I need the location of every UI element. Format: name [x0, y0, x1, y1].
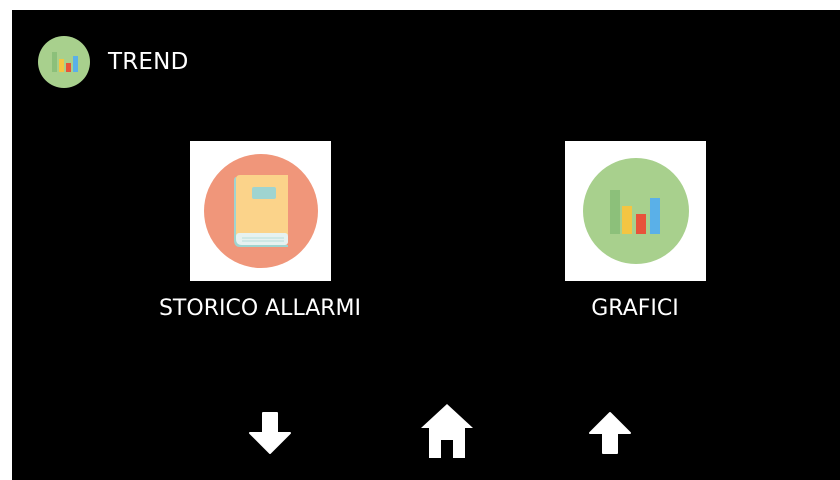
- scroll-down-button[interactable]: [240, 408, 300, 458]
- home-icon: [421, 404, 473, 458]
- arrow-up-icon: [589, 412, 631, 454]
- grafici-button[interactable]: [565, 141, 706, 281]
- scroll-up-button[interactable]: [580, 408, 640, 458]
- bar-chart-icon: [609, 190, 660, 234]
- page-header: TREND: [38, 36, 188, 88]
- bar-chart-icon: [38, 36, 90, 88]
- hmi-screen: TREND STORICO ALLARMI GRAFICI: [12, 10, 840, 480]
- storico-allarmi-button[interactable]: [190, 141, 331, 281]
- book-icon: [233, 175, 288, 247]
- arrow-down-icon: [249, 412, 291, 454]
- home-button[interactable]: [412, 400, 482, 462]
- storico-allarmi-label: STORICO ALLARMI: [158, 296, 362, 321]
- page-title: TREND: [108, 49, 189, 75]
- grafici-label: GRAFICI: [591, 296, 679, 321]
